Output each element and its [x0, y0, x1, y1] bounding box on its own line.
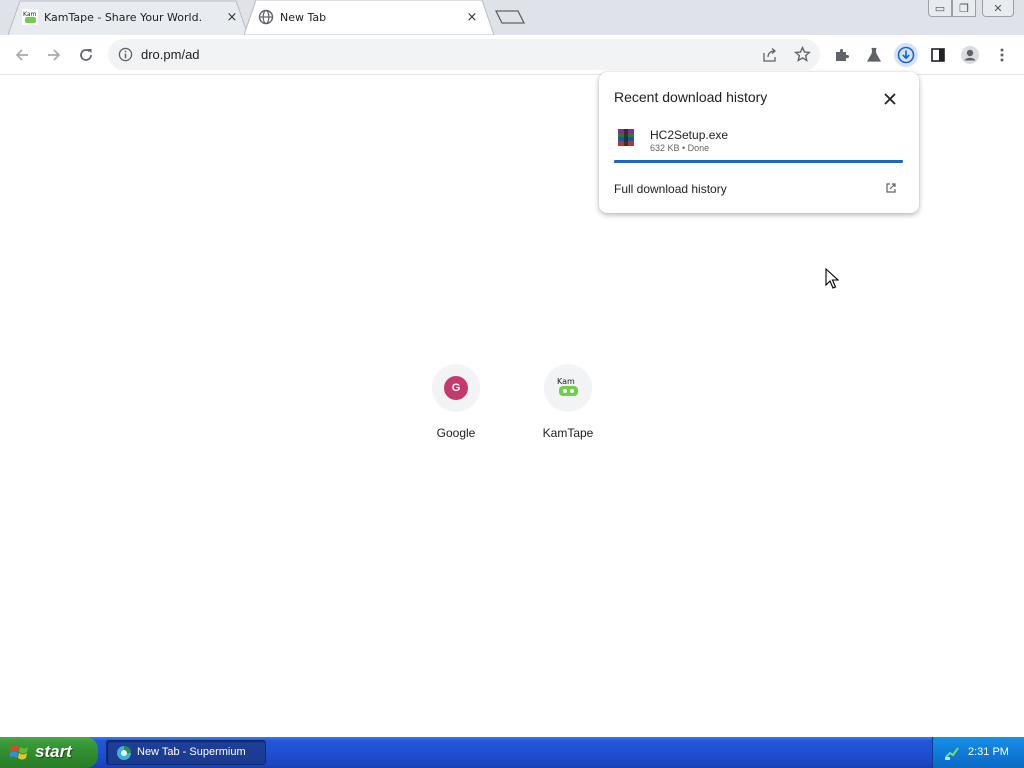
network-tray-icon[interactable] — [944, 745, 960, 761]
downloads-button[interactable] — [894, 43, 918, 67]
bookmark-star-icon[interactable] — [794, 46, 811, 63]
start-label: start — [35, 742, 72, 761]
download-icon — [897, 46, 915, 64]
tab-new-tab[interactable]: New Tab × — [244, 0, 494, 35]
shortcut-label: Google — [436, 426, 476, 440]
tab-title: KamTape - Share Your World. — [44, 11, 203, 24]
mouse-cursor-icon — [825, 268, 839, 289]
back-button[interactable] — [10, 43, 34, 67]
tab-close-icon[interactable]: × — [225, 10, 239, 24]
tab-strip: Kam KamTape - Share Your World. × New Ta… — [0, 0, 1024, 35]
forward-button[interactable] — [42, 43, 66, 67]
profile-button[interactable] — [958, 43, 982, 67]
download-progress-fill — [614, 160, 903, 163]
download-filename: HC2Setup.exe — [650, 128, 729, 142]
side-panel-button[interactable] — [926, 43, 950, 67]
svg-text:Kam: Kam — [557, 377, 575, 386]
shortcut-label: KamTape — [542, 426, 594, 440]
shortcut-icon-circle: G — [432, 364, 480, 412]
reload-button[interactable] — [74, 43, 98, 67]
browser-window: Kam KamTape - Share Your World. × New Ta… — [0, 0, 1024, 768]
globe-icon — [258, 9, 274, 25]
download-bubble: Recent download history HC2Setup.exe 632… — [599, 72, 919, 213]
start-button[interactable]: start — [0, 737, 98, 768]
system-tray: 2:31 PM — [932, 737, 1024, 768]
taskbar-item-label: New Tab - Supermium — [137, 746, 246, 758]
browser-toolbar: dro.pm/ad — [0, 35, 1024, 75]
download-status: 632 KB • Done — [650, 143, 710, 153]
share-icon[interactable] — [762, 47, 778, 63]
kamtape-favicon-icon: Kam — [22, 9, 38, 25]
shortcut-google[interactable]: G Google — [411, 364, 501, 454]
taskbar: start New Tab - Supermium 2:31 PM — [0, 737, 1024, 768]
google-letter-icon: G — [444, 376, 468, 400]
extensions-button[interactable] — [830, 43, 854, 67]
kamtape-logo-icon: Kam — [557, 377, 578, 396]
back-icon — [15, 49, 28, 61]
url-text[interactable]: dro.pm/ad — [141, 47, 200, 62]
tab-kamtape[interactable]: Kam KamTape - Share Your World. × — [8, 0, 248, 35]
supermium-app-icon — [117, 746, 131, 760]
popup-title: Recent download history — [614, 89, 768, 105]
shortcut-kamtape[interactable]: Kam KamTape — [523, 364, 613, 454]
close-window-button[interactable]: ✕ — [982, 0, 1014, 17]
site-info-icon[interactable] — [118, 47, 133, 62]
open-external-icon[interactable] — [885, 182, 897, 194]
minimize-button[interactable]: ▭ — [928, 0, 952, 17]
new-tab-icon[interactable] — [494, 8, 526, 26]
labs-icon — [866, 47, 882, 62]
extensions-icon — [836, 49, 849, 61]
menu-button[interactable] — [990, 43, 1014, 67]
address-bar[interactable]: dro.pm/ad — [108, 39, 820, 70]
reload-icon — [80, 49, 92, 61]
taskbar-item-supermium[interactable]: New Tab - Supermium — [106, 740, 266, 765]
download-item[interactable]: HC2Setup.exe 632 KB • Done — [611, 122, 907, 162]
tab-close-icon[interactable]: × — [465, 10, 479, 24]
menu-icon — [1000, 48, 1004, 62]
download-progress-bar — [614, 160, 903, 163]
labs-button[interactable] — [862, 43, 886, 67]
clock[interactable]: 2:31 PM — [968, 746, 1009, 758]
close-icon — [884, 93, 896, 105]
forward-icon — [48, 49, 61, 61]
close-popup-button[interactable] — [881, 90, 899, 108]
side-panel-icon — [931, 48, 945, 62]
tab-title: New Tab — [280, 11, 327, 24]
windows-logo-icon — [10, 745, 28, 760]
restore-button[interactable]: ❐ — [952, 0, 976, 17]
full-download-history-link[interactable]: Full download history — [614, 182, 727, 196]
shortcut-icon-circle: Kam — [544, 364, 592, 412]
archive-file-icon — [618, 129, 634, 146]
profile-icon — [961, 46, 979, 64]
svg-text:Kam: Kam — [23, 11, 37, 18]
